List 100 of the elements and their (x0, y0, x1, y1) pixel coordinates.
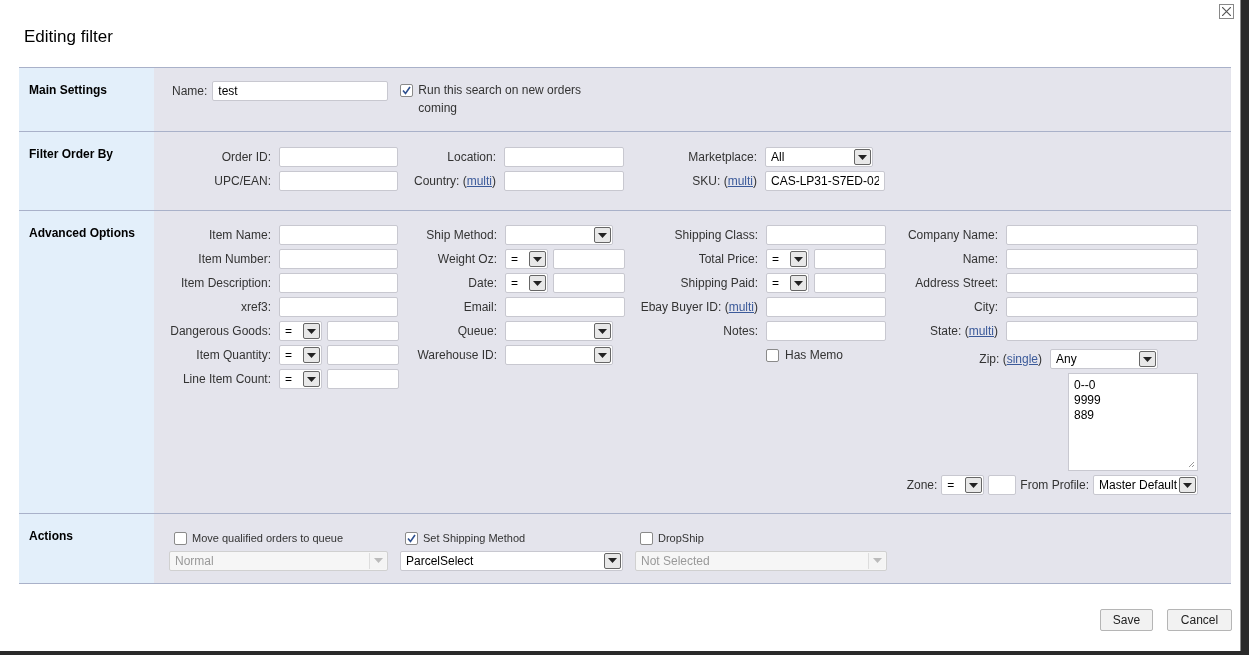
field-label: Location: (447, 149, 496, 166)
text-field[interactable] (327, 321, 399, 341)
field-label: ) (492, 173, 496, 190)
text-field[interactable] (766, 321, 886, 341)
field-label: State: ( (929, 323, 969, 340)
dialog-button[interactable]: Save (1100, 609, 1153, 631)
dropdown[interactable]: = (279, 345, 322, 365)
text-field[interactable] (505, 297, 625, 317)
text-field[interactable]: test (212, 81, 389, 101)
caret-icon (594, 323, 611, 339)
field-label: Shipping Class: (674, 227, 758, 244)
text-field[interactable] (1006, 273, 1198, 293)
text-field[interactable] (1006, 297, 1198, 317)
caret-icon (303, 323, 320, 339)
checkbox-label: DropShip (658, 531, 704, 546)
caret-icon (965, 477, 983, 493)
caret-icon (1179, 477, 1196, 493)
dropdown[interactable]: = (766, 249, 809, 269)
field-label: Line Item Count: (182, 371, 271, 388)
field-label: SKU: ( (692, 173, 728, 190)
checkbox[interactable] (400, 84, 414, 97)
field-label: Weight Oz: (437, 251, 497, 268)
text-field[interactable] (279, 297, 398, 317)
field-label: xref3: (241, 299, 271, 316)
field-label: Warehouse ID: (417, 347, 497, 364)
field-label: ) (994, 323, 998, 340)
dropdown[interactable] (505, 345, 613, 365)
text-field[interactable] (327, 369, 399, 389)
text-field[interactable] (504, 147, 624, 167)
field-label: From Profile: (1020, 477, 1089, 494)
field-label: ) (754, 299, 758, 316)
close-button[interactable] (1219, 4, 1234, 19)
text-field[interactable] (1006, 321, 1198, 341)
field-label: Address Street: (915, 275, 998, 292)
dialog-button[interactable]: Cancel (1167, 609, 1232, 631)
dropdown[interactable]: Master Default (1093, 475, 1198, 495)
close-icon (1222, 7, 1231, 16)
text-field[interactable] (279, 171, 398, 191)
caret-icon (868, 552, 885, 569)
text-field[interactable] (766, 297, 886, 317)
caret-icon (529, 251, 546, 267)
text-field[interactable] (1006, 249, 1198, 269)
dropdown[interactable]: = (941, 475, 985, 495)
text-field[interactable] (279, 225, 398, 245)
text-field[interactable] (1006, 225, 1198, 245)
field-label: City: (974, 299, 998, 316)
field-label: Item Description: (180, 275, 271, 292)
field-label: Name: (172, 83, 208, 100)
field-label: Email: (463, 299, 497, 316)
dropdown[interactable]: Any (1050, 349, 1158, 369)
checkbox-label: Has Memo (785, 347, 843, 364)
text-field[interactable] (553, 273, 625, 293)
field-label: Ebay Buyer ID: ( (640, 299, 729, 316)
field-label: Zone: (906, 477, 938, 494)
checkbox[interactable] (766, 348, 779, 362)
text-field[interactable] (279, 249, 398, 269)
caret-icon (604, 552, 621, 569)
text-field[interactable] (814, 273, 886, 293)
text-field[interactable] (327, 345, 399, 365)
checkbox[interactable] (405, 531, 418, 545)
dropdown[interactable]: = (766, 273, 809, 293)
dialog-title: Editing filter (24, 26, 113, 48)
field-label: Company Name: (907, 227, 998, 244)
dropdown[interactable]: All (765, 147, 873, 167)
field-label: Marketplace: (688, 149, 757, 166)
caret-icon (854, 149, 871, 165)
dropdown[interactable]: = (279, 321, 322, 341)
caret-icon (594, 347, 611, 363)
field-label: Queue: (457, 323, 497, 340)
text-field[interactable]: CAS-LP31-S7ED-02 (765, 171, 885, 191)
caret-icon (369, 552, 386, 569)
caret-icon (790, 275, 807, 291)
field-label: Item Quantity: (196, 347, 271, 364)
multi-link[interactable]: single (1006, 350, 1038, 368)
dropdown[interactable]: = (505, 273, 548, 293)
text-field[interactable] (504, 171, 624, 191)
field-label: Item Number: (198, 251, 271, 268)
field-label: Shipping Paid: (680, 275, 758, 292)
caret-icon (790, 251, 807, 267)
zip-list-field[interactable]: 0--0 9999 889 (1068, 373, 1198, 471)
caret-icon (594, 227, 611, 243)
text-field[interactable] (766, 225, 886, 245)
text-field[interactable] (814, 249, 886, 269)
dropdown[interactable] (505, 321, 613, 341)
field-label: Ship Method: (426, 227, 497, 244)
dropdown[interactable] (505, 225, 613, 245)
dropdown[interactable]: = (279, 369, 322, 389)
text-field[interactable] (279, 147, 398, 167)
field-label: Dangerous Goods: (170, 323, 271, 340)
checkbox-label: Run this search on new orders coming (418, 82, 583, 117)
dropdown[interactable]: ParcelSelect (400, 550, 623, 571)
text-field[interactable] (553, 249, 625, 269)
text-field[interactable] (988, 475, 1017, 495)
field-label: Item Name: (209, 227, 271, 244)
dropdown[interactable]: = (505, 249, 548, 269)
field-label: Order ID: (221, 149, 271, 166)
text-field[interactable] (279, 273, 398, 293)
field-label: Total Price: (698, 251, 758, 268)
field-label: UPC/EAN: (214, 173, 271, 190)
field-label: Name: (962, 251, 998, 268)
